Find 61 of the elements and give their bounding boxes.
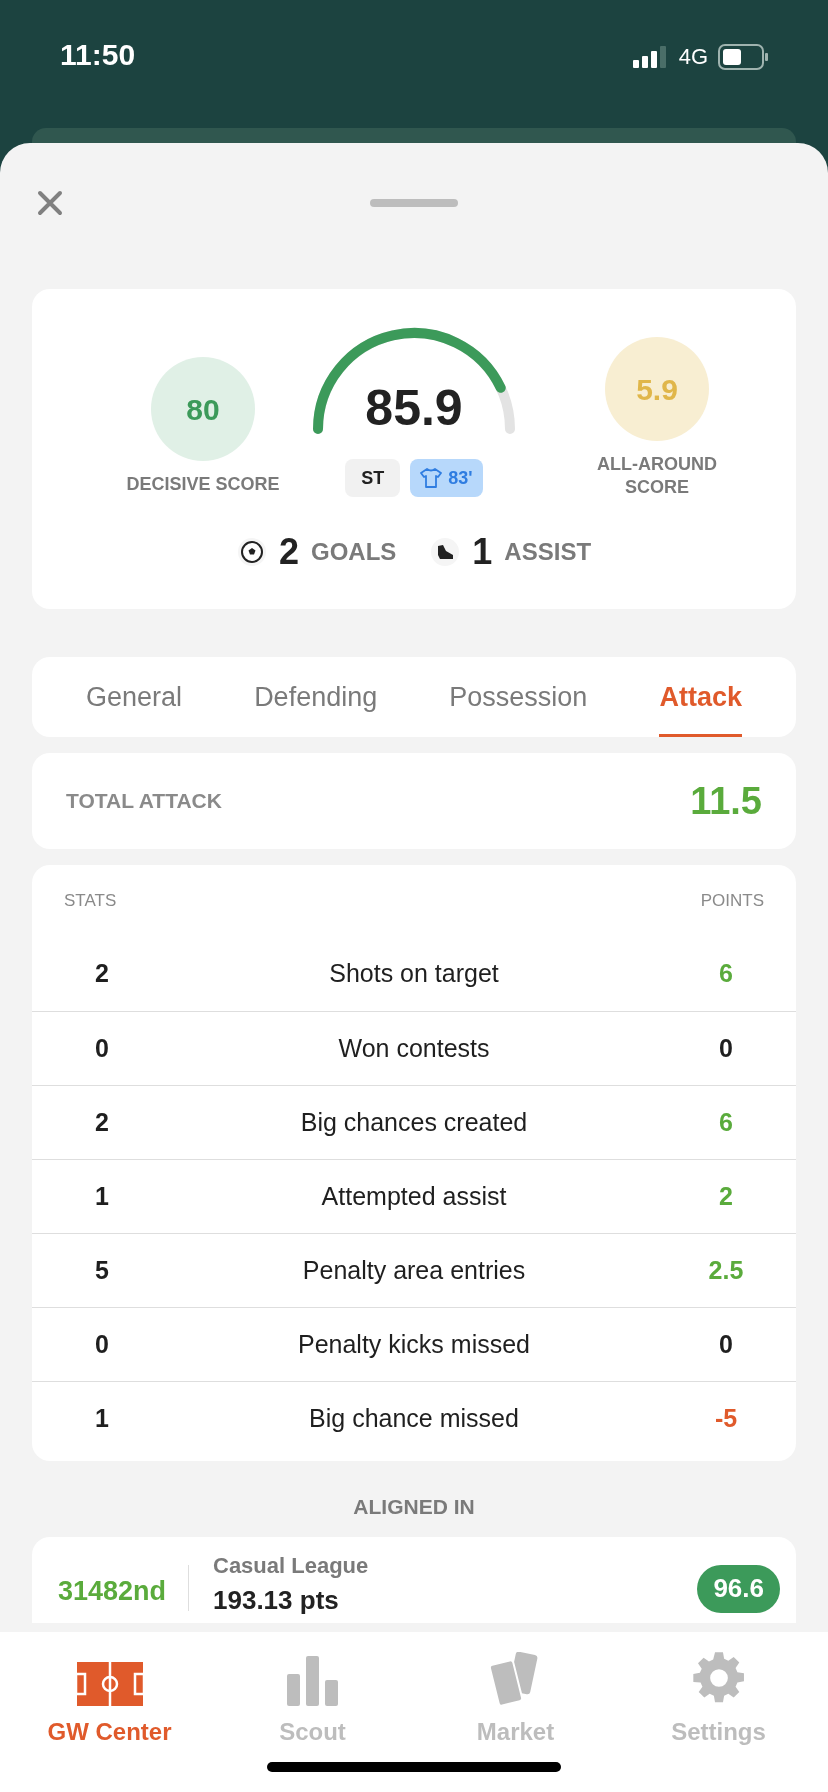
tab[interactable]: Attack bbox=[659, 657, 742, 737]
tab[interactable]: Defending bbox=[254, 657, 378, 737]
drag-handle[interactable] bbox=[370, 199, 458, 207]
nav-tab[interactable]: Settings bbox=[617, 1632, 820, 1750]
stat-name: Penalty area entries bbox=[301, 1254, 527, 1286]
all-around-score: 5.9 bbox=[605, 337, 709, 441]
match-score: 85.9 bbox=[365, 379, 463, 438]
decisive-score-label: DECISIVE SCORE bbox=[126, 473, 280, 496]
nav-tab[interactable]: Scout bbox=[211, 1632, 414, 1750]
stat-points: 0 bbox=[718, 1032, 734, 1064]
stat-count: 5 bbox=[94, 1254, 110, 1286]
league-rank: 31482nd bbox=[56, 1574, 168, 1608]
stat-count: 1 bbox=[94, 1180, 110, 1212]
column-header: POINTS bbox=[700, 890, 764, 913]
stat-points: 0 bbox=[718, 1328, 734, 1360]
stat-count: 1 bbox=[94, 1402, 110, 1434]
boot-icon bbox=[430, 537, 461, 567]
highlight-count: 1 bbox=[472, 530, 493, 574]
nav-tab[interactable]: Market bbox=[414, 1632, 617, 1750]
highlight-count: 2 bbox=[278, 530, 299, 574]
league-name: Casual League bbox=[213, 1552, 370, 1579]
tab[interactable]: Possession bbox=[449, 657, 588, 737]
tab[interactable]: General bbox=[86, 657, 183, 737]
stat-name: Penalty kicks missed bbox=[297, 1328, 531, 1360]
soccer-ball-icon bbox=[236, 537, 267, 567]
stat-count: 2 bbox=[94, 958, 110, 990]
stat-count: 2 bbox=[94, 1106, 110, 1138]
league-score: 96.6 bbox=[697, 1564, 780, 1613]
nav-tab[interactable]: GW Center bbox=[8, 1632, 211, 1750]
stat-points: 2.5 bbox=[707, 1254, 745, 1286]
network-label: 4G bbox=[678, 43, 708, 71]
stat-count: 0 bbox=[94, 1328, 110, 1360]
stat-points: 2 bbox=[718, 1180, 734, 1212]
minutes-played: 83' bbox=[448, 466, 473, 490]
total-label: TOTAL ATTACK bbox=[66, 788, 222, 815]
shirt-icon bbox=[420, 468, 443, 488]
status-time: 11:50 bbox=[60, 37, 136, 73]
stat-points: 6 bbox=[718, 958, 734, 990]
close-icon bbox=[37, 190, 63, 216]
position-badge: ST bbox=[345, 459, 401, 497]
pitch-icon bbox=[76, 1662, 143, 1706]
stat-count: 0 bbox=[94, 1032, 110, 1064]
stat-name: Won contests bbox=[337, 1032, 491, 1064]
stat-name: Shots on target bbox=[328, 958, 500, 990]
battery-icon bbox=[718, 43, 768, 70]
highlight-label: GOALS bbox=[311, 537, 397, 567]
league-card[interactable]: 31482nd Casual League 193.13 pts 96.6 bbox=[32, 1536, 796, 1623]
stat-points: -5 bbox=[713, 1402, 739, 1434]
section-title: ALIGNED IN bbox=[353, 1494, 475, 1520]
stat-name: Attempted assist bbox=[320, 1180, 508, 1212]
stat-name: Big chance missed bbox=[308, 1402, 520, 1434]
column-header: STATS bbox=[64, 890, 117, 913]
total-value: 11.5 bbox=[690, 778, 762, 824]
signal-icon bbox=[632, 45, 669, 68]
bar-chart-icon bbox=[286, 1656, 339, 1706]
stat-name: Big chances created bbox=[299, 1106, 529, 1138]
stat-points: 6 bbox=[718, 1106, 734, 1138]
highlight-label: ASSIST bbox=[504, 537, 592, 567]
decisive-score: 80 bbox=[151, 357, 255, 461]
league-points: 193.13 pts bbox=[213, 1584, 340, 1615]
all-around-score-label: ALL-AROUND SCORE bbox=[596, 453, 718, 499]
